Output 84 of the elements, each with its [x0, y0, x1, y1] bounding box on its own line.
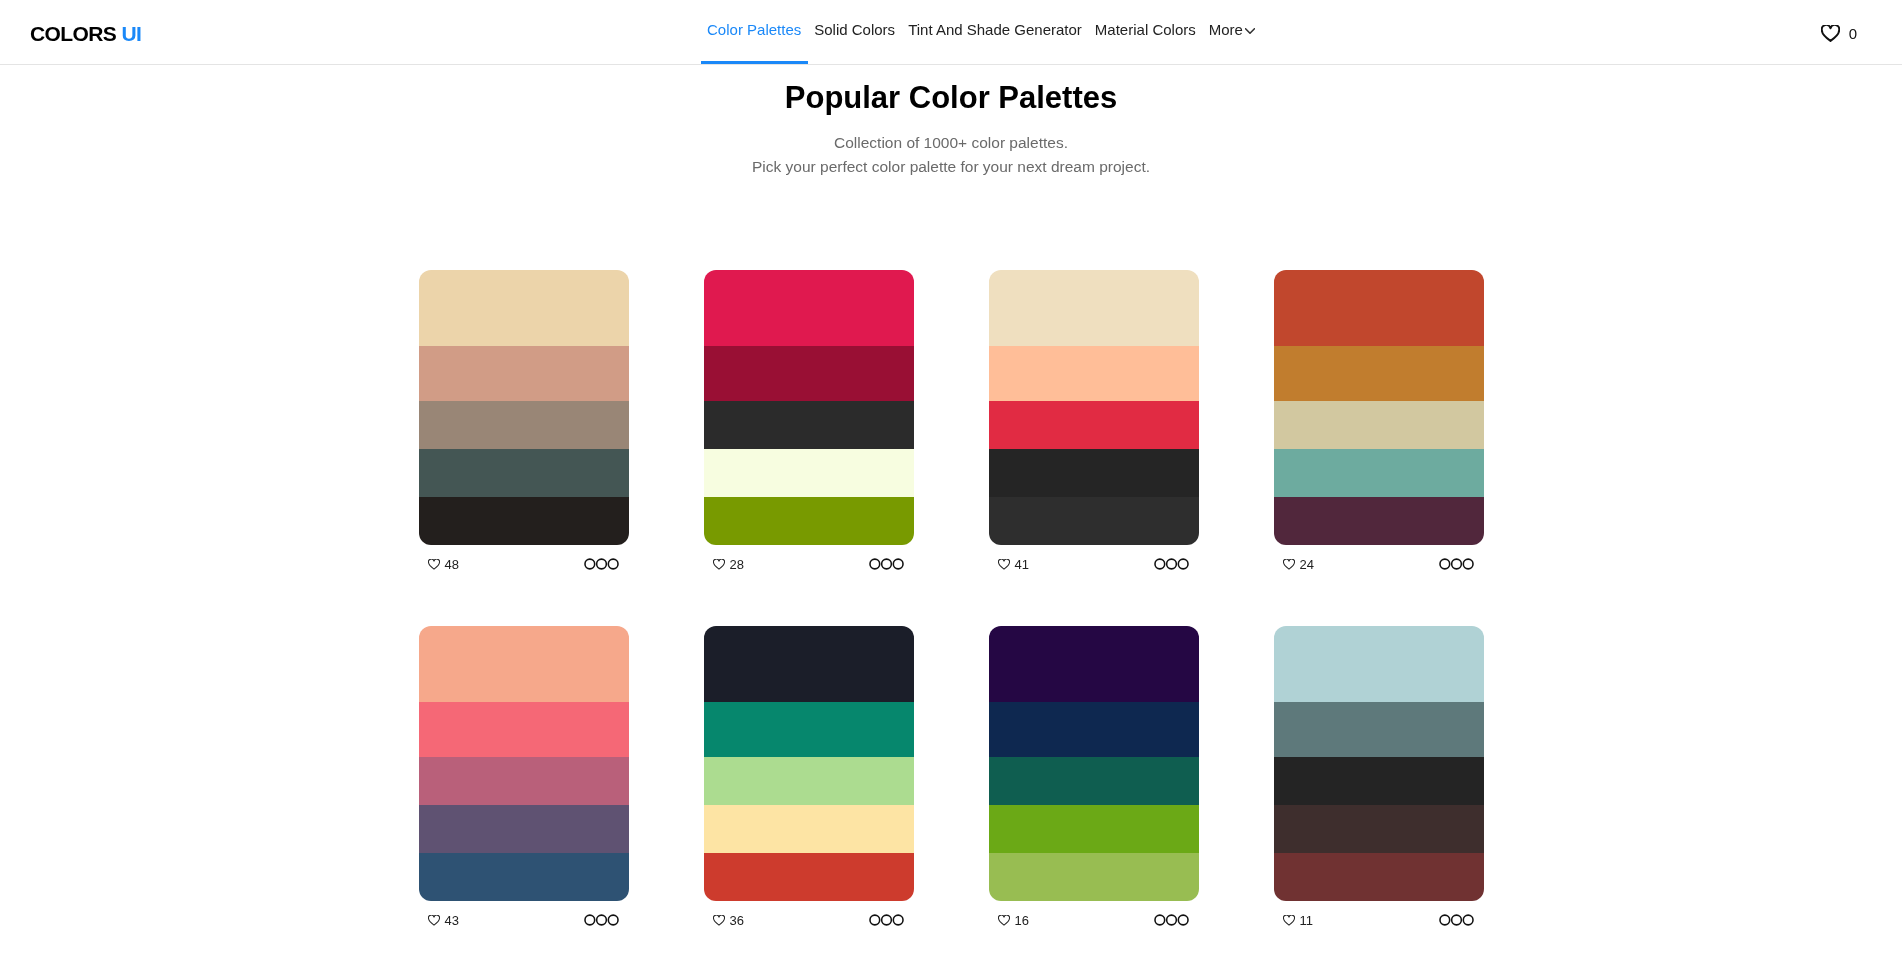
more-options-button[interactable]: [583, 558, 619, 570]
color-swatch[interactable]: [418, 497, 629, 545]
color-swatch[interactable]: [418, 626, 629, 702]
page-title: Popular Color Palettes: [784, 79, 1118, 116]
color-swatch[interactable]: [988, 757, 1199, 805]
nav-tab[interactable]: Solid Colors: [807, 0, 902, 64]
like-button[interactable]: 48: [427, 556, 459, 572]
color-swatch[interactable]: [988, 702, 1199, 757]
three-circles-icon: [1153, 558, 1189, 570]
color-swatch[interactable]: [1273, 497, 1484, 545]
color-swatch[interactable]: [418, 805, 629, 853]
like-button[interactable]: 11: [1282, 912, 1313, 928]
color-swatch[interactable]: [988, 626, 1199, 702]
more-options-button[interactable]: [1153, 914, 1189, 926]
heart-icon: [712, 914, 725, 926]
favorites-button[interactable]: 0: [1820, 24, 1857, 42]
color-swatch[interactable]: [418, 449, 629, 497]
like-button[interactable]: 16: [997, 912, 1029, 928]
color-swatch[interactable]: [988, 497, 1199, 545]
color-swatch[interactable]: [703, 270, 914, 346]
color-swatch[interactable]: [703, 401, 914, 449]
color-swatch[interactable]: [1273, 449, 1484, 497]
color-swatch[interactable]: [988, 853, 1199, 901]
more-options-button[interactable]: [1153, 558, 1189, 570]
color-swatch[interactable]: [703, 757, 914, 805]
like-button[interactable]: 36: [712, 912, 744, 928]
like-button[interactable]: 24: [1282, 556, 1314, 572]
caret-icon: [1244, 28, 1255, 34]
color-swatch[interactable]: [988, 805, 1199, 853]
description-text: Pick your perfect color palette for your next dream project.: [752, 157, 1150, 177]
heart-icon: [1282, 914, 1295, 926]
color-swatch[interactable]: [1273, 270, 1484, 346]
color-swatch[interactable]: [703, 449, 914, 497]
color-swatch[interactable]: [1273, 757, 1484, 805]
color-swatch[interactable]: [1273, 346, 1484, 401]
color-swatch[interactable]: [418, 346, 629, 401]
color-swatch[interactable]: [418, 853, 629, 901]
nav-tab[interactable]: Color Palettes: [700, 0, 808, 64]
description-text: Collection of 1000+ color palettes.: [834, 133, 1068, 153]
color-swatch[interactable]: [703, 702, 914, 757]
more-options-button[interactable]: [868, 558, 904, 570]
color-swatch[interactable]: [418, 702, 629, 757]
heart-icon: [997, 914, 1010, 926]
color-swatch[interactable]: [703, 626, 914, 702]
three-circles-icon: [868, 914, 904, 926]
three-circles-icon: [868, 558, 904, 570]
more-options-button[interactable]: [1438, 558, 1474, 570]
color-swatch[interactable]: [703, 853, 914, 901]
more-options-button[interactable]: [583, 914, 619, 926]
three-circles-icon: [583, 914, 619, 926]
like-button[interactable]: 28: [712, 556, 744, 572]
color-swatch[interactable]: [703, 805, 914, 853]
like-button[interactable]: 43: [427, 912, 459, 928]
heart-icon: [1820, 24, 1840, 42]
color-swatch[interactable]: [988, 346, 1199, 401]
heart-icon: [1282, 558, 1295, 570]
color-swatch[interactable]: [988, 401, 1199, 449]
logo-link[interactable]: COLORS UI: [30, 22, 142, 46]
color-swatch[interactable]: [988, 449, 1199, 497]
color-swatch[interactable]: [1273, 853, 1484, 901]
color-swatch[interactable]: [1273, 401, 1484, 449]
more-options-button[interactable]: [868, 914, 904, 926]
color-swatch[interactable]: [418, 270, 629, 346]
color-swatch[interactable]: [703, 497, 914, 545]
color-swatch[interactable]: [703, 346, 914, 401]
three-circles-icon: [1438, 558, 1474, 570]
color-swatch[interactable]: [1273, 626, 1484, 702]
three-circles-icon: [1153, 914, 1189, 926]
three-circles-icon: [583, 558, 619, 570]
color-swatch[interactable]: [1273, 805, 1484, 853]
nav-tab[interactable]: Tint And Shade Generator: [901, 0, 1089, 64]
color-swatch[interactable]: [1273, 702, 1484, 757]
nav-tab[interactable]: Material Colors: [1088, 0, 1203, 64]
heart-icon: [427, 558, 440, 570]
color-swatch[interactable]: [988, 270, 1199, 346]
heart-icon: [997, 558, 1010, 570]
like-button[interactable]: 41: [997, 556, 1029, 572]
more-dropdown[interactable]: More: [1202, 0, 1262, 64]
heart-icon: [712, 558, 725, 570]
more-options-button[interactable]: [1438, 914, 1474, 926]
color-swatch[interactable]: [418, 401, 629, 449]
heart-icon: [427, 914, 440, 926]
three-circles-icon: [1438, 914, 1474, 926]
color-swatch[interactable]: [418, 757, 629, 805]
